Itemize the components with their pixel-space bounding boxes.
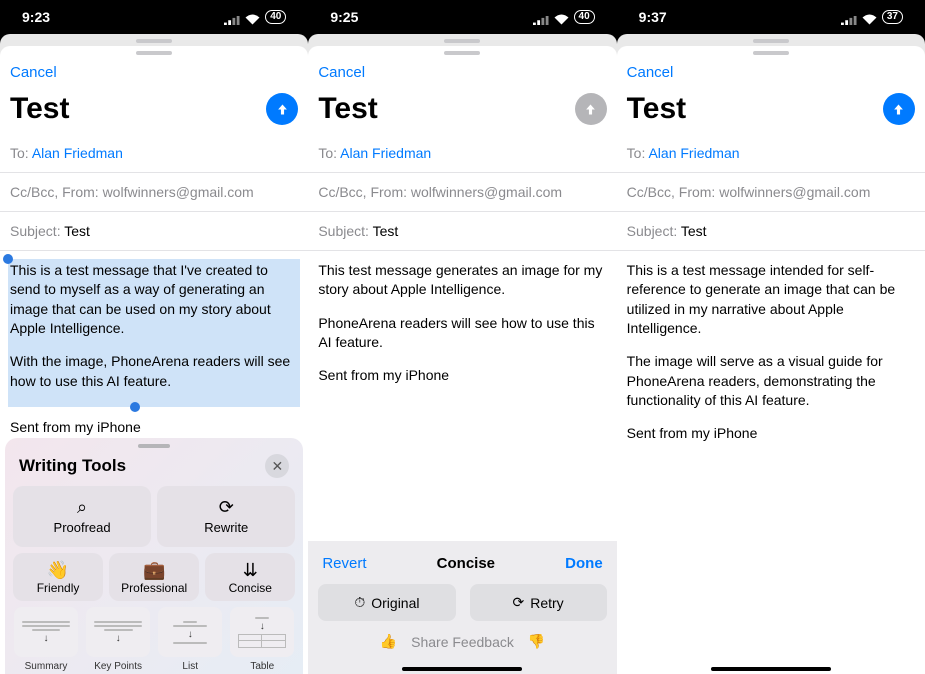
briefcase-icon: 💼 (143, 561, 165, 579)
compose-sheet: Cancel Test To: Alan Friedman Cc/Bcc, Fr… (308, 46, 616, 674)
retry-button[interactable]: ⟳Retry (470, 584, 607, 621)
battery-level: 40 (574, 10, 595, 24)
selection-handle-start[interactable] (3, 254, 13, 264)
writing-tools-title: Writing Tools (19, 456, 126, 476)
arrow-up-icon (583, 102, 598, 117)
wifi-icon (245, 12, 260, 23)
list-icon: ↓ (158, 607, 222, 657)
signal-icon (533, 12, 549, 22)
status-bar: 9:37 37 (617, 0, 925, 34)
rewrite-button[interactable]: ⟳Rewrite (157, 486, 295, 547)
friendly-button[interactable]: 👋Friendly (13, 553, 103, 601)
compose-title: Test (627, 92, 686, 126)
to-field[interactable]: To: Alan Friedman (0, 134, 308, 173)
key-points-icon: ↓ (86, 607, 150, 657)
message-body[interactable]: This is a test message that I've created… (0, 251, 308, 407)
screenshot-1: 9:23 40 Cancel Test To: Alan Friedman Cc… (0, 0, 308, 674)
revert-button[interactable]: Revert (322, 555, 366, 572)
send-button[interactable] (883, 93, 915, 125)
message-body[interactable]: This test message generates an image for… (308, 251, 616, 386)
close-button[interactable]: ✕ (265, 454, 289, 478)
signal-icon (224, 12, 240, 22)
sheet-grabber-back (753, 39, 789, 43)
thumbs-up-button[interactable]: 👍 (380, 633, 397, 650)
home-indicator[interactable] (402, 667, 522, 671)
thumbs-down-button[interactable]: 👎 (528, 633, 545, 650)
home-indicator[interactable] (711, 667, 831, 671)
send-button[interactable] (575, 93, 607, 125)
concise-button[interactable]: ⇊Concise (205, 553, 295, 601)
screenshot-3: 9:37 37 Cancel Test To: Alan Friedman Cc… (617, 0, 925, 674)
close-icon: ✕ (271, 458, 283, 475)
table-button[interactable]: ↓Table (229, 607, 295, 672)
writing-tools-panel: Writing Tools ✕ ⌕Proofread ⟳Rewrite 👋Fri… (5, 438, 303, 674)
wifi-icon (862, 12, 877, 23)
to-field[interactable]: To: Alan Friedman (308, 134, 616, 173)
signal-icon (841, 12, 857, 22)
status-time: 9:23 (22, 9, 50, 25)
table-icon: ↓ (230, 607, 294, 657)
concise-result-bar: Revert Concise Done ⏱Original ⟳Retry 👍 S… (308, 541, 616, 674)
subject-field[interactable]: Subject: Test (0, 212, 308, 251)
original-button[interactable]: ⏱Original (318, 584, 455, 621)
selection-handle-end[interactable] (130, 402, 140, 412)
compose-sheet: Cancel Test To: Alan Friedman Cc/Bcc, Fr… (0, 46, 308, 674)
share-feedback-row: 👍 Share Feedback 👎 (318, 633, 606, 656)
key-points-button[interactable]: ↓Key Points (85, 607, 151, 672)
cc-bcc-from-field[interactable]: Cc/Bcc, From: wolfwinners@gmail.com (617, 173, 925, 212)
message-body[interactable]: This is a test message intended for self… (617, 251, 925, 444)
search-doc-icon: ⌕ (77, 498, 87, 516)
compose-sheet: Cancel Test To: Alan Friedman Cc/Bcc, Fr… (617, 46, 925, 674)
to-recipient[interactable]: Alan Friedman (32, 145, 123, 161)
wifi-icon (554, 12, 569, 23)
text-selection[interactable]: This is a test message that I've created… (8, 259, 300, 407)
status-bar: 9:25 40 (308, 0, 616, 34)
subject-field[interactable]: Subject: Test (617, 212, 925, 251)
list-button[interactable]: ↓List (157, 607, 223, 672)
retry-icon: ⟳ (512, 594, 524, 611)
summary-button[interactable]: ↓Summary (13, 607, 79, 672)
proofread-button[interactable]: ⌕Proofread (13, 486, 151, 547)
wave-icon: 👋 (47, 561, 69, 579)
professional-button[interactable]: 💼Professional (109, 553, 199, 601)
cc-bcc-from-field[interactable]: Cc/Bcc, From: wolfwinners@gmail.com (0, 173, 308, 212)
concise-title: Concise (437, 555, 495, 572)
to-field[interactable]: To: Alan Friedman (617, 134, 925, 173)
subject-field[interactable]: Subject: Test (308, 212, 616, 251)
screenshot-2: 9:25 40 Cancel Test To: Alan Friedman Cc… (308, 0, 616, 674)
sheet-grabber-back (444, 39, 480, 43)
compress-icon: ⇊ (243, 561, 258, 579)
share-feedback-label: Share Feedback (411, 634, 514, 650)
to-recipient[interactable]: Alan Friedman (648, 145, 739, 161)
status-time: 9:37 (639, 9, 667, 25)
cc-bcc-from-field[interactable]: Cc/Bcc, From: wolfwinners@gmail.com (308, 173, 616, 212)
arrow-up-icon (275, 102, 290, 117)
to-recipient[interactable]: Alan Friedman (340, 145, 431, 161)
writing-tools-grabber[interactable] (138, 444, 170, 448)
signature: Sent from my iPhone (0, 419, 308, 435)
sheet-grabber-back (136, 39, 172, 43)
status-bar: 9:23 40 (0, 0, 308, 34)
battery-level: 37 (882, 10, 903, 24)
clock-icon: ⏱ (354, 594, 365, 611)
compose-title: Test (318, 92, 377, 126)
done-button[interactable]: Done (565, 555, 603, 572)
summary-icon: ↓ (14, 607, 78, 657)
compose-title: Test (10, 92, 69, 126)
arrow-up-icon (891, 102, 906, 117)
battery-level: 40 (265, 10, 286, 24)
status-time: 9:25 (330, 9, 358, 25)
cancel-button[interactable]: Cancel (627, 64, 674, 81)
cancel-button[interactable]: Cancel (10, 64, 57, 81)
send-button[interactable] (266, 93, 298, 125)
cancel-button[interactable]: Cancel (318, 64, 365, 81)
rewrite-icon: ⟳ (219, 498, 234, 516)
